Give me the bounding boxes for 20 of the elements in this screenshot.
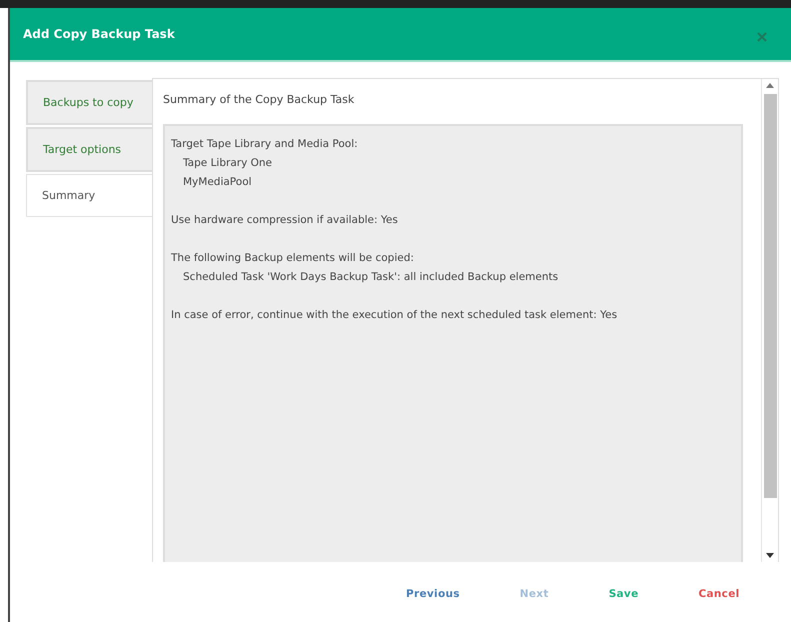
summary-text: In case of error, continue with the execution of the next scheduled task element: Yes bbox=[171, 308, 618, 323]
footer-button[interactable]: Save bbox=[606, 584, 641, 604]
wizard-tab[interactable]: Summary bbox=[26, 174, 152, 217]
summary-text: The following Backup elements will be copied: bbox=[171, 251, 415, 266]
footer-button[interactable]: Cancel bbox=[696, 584, 742, 604]
summary-text: Scheduled Task 'Work Days Backup Task': all included Backup elements bbox=[182, 270, 560, 285]
dialog-title: Add Copy Backup Task bbox=[23, 27, 175, 41]
footer-button[interactable]: Previous bbox=[404, 584, 462, 604]
summary-title: Summary of the Copy Backup Task bbox=[163, 92, 356, 108]
scroll-down-icon[interactable] bbox=[766, 553, 774, 558]
scrollbar-thumb[interactable] bbox=[764, 94, 776, 498]
scroll-up-icon[interactable] bbox=[766, 83, 774, 88]
close-icon[interactable] bbox=[757, 32, 767, 42]
scrollbar[interactable] bbox=[761, 79, 778, 562]
summary-text: MyMediaPool bbox=[182, 175, 253, 190]
summary-text: Use hardware compression if available: Yes bbox=[171, 213, 399, 228]
summary-text: Target Tape Library and Media Pool: bbox=[171, 137, 359, 152]
wizard-tab[interactable]: Target options bbox=[26, 127, 152, 172]
wizard-tab[interactable]: Backups to copy bbox=[26, 80, 152, 125]
summary-text: Tape Library One bbox=[182, 156, 274, 171]
